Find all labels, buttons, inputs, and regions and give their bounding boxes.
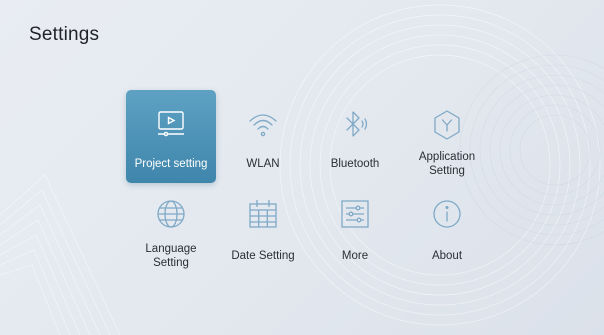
language-setting-tile[interactable]: Language Setting: [126, 185, 216, 278]
about-tile[interactable]: About: [402, 185, 492, 278]
projector-icon: [154, 108, 188, 142]
more-label: More: [341, 249, 369, 262]
more-tile[interactable]: More: [310, 185, 400, 278]
bluetooth-tile[interactable]: Bluetooth: [310, 90, 400, 183]
settings-grid: Project setting WLAN Bluetooth Applicati…: [126, 90, 492, 278]
project-setting-tile[interactable]: Project setting: [126, 90, 216, 183]
sliders-icon: [338, 197, 372, 231]
calendar-icon: [246, 197, 280, 231]
language-setting-label: Language Setting: [145, 242, 197, 269]
date-setting-tile[interactable]: Date Setting: [218, 185, 308, 278]
date-setting-label: Date Setting: [231, 249, 295, 262]
wlan-label: WLAN: [246, 157, 280, 170]
bluetooth-label: Bluetooth: [330, 157, 380, 170]
bluetooth-icon: [338, 108, 372, 142]
application-setting-tile[interactable]: Application Setting: [402, 90, 492, 183]
app-hexagon-icon: [430, 108, 464, 142]
wlan-tile[interactable]: WLAN: [218, 90, 308, 183]
wifi-icon: [246, 108, 280, 142]
info-icon: [430, 197, 464, 231]
page-title: Settings: [29, 24, 100, 45]
about-label: About: [431, 249, 463, 262]
application-setting-label: Application Setting: [418, 150, 476, 177]
globe-icon: [154, 197, 188, 231]
project-setting-label: Project setting: [134, 157, 208, 170]
